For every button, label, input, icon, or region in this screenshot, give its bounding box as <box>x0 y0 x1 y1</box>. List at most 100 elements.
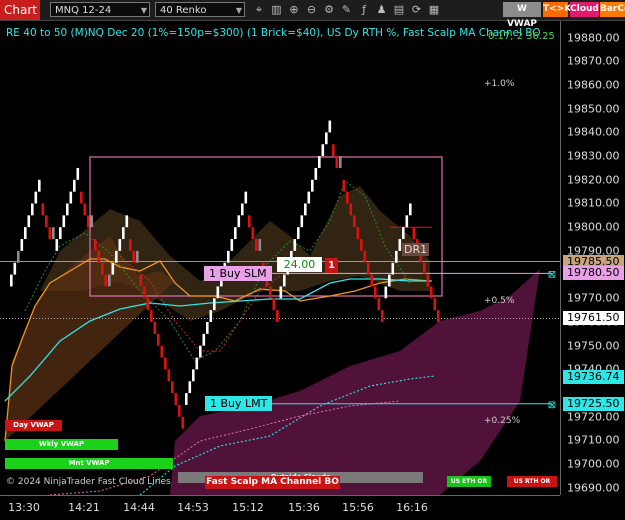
zoom-in-icon[interactable]: ⊕ <box>287 3 301 17</box>
position-box[interactable]: 24.00 1 <box>277 253 338 273</box>
instrument-selector[interactable]: MNQ 12-24 ▼ <box>50 2 150 17</box>
renko-brick <box>216 286 220 299</box>
renko-brick <box>125 215 129 228</box>
drawing-tools-icon[interactable]: ✎ <box>340 3 354 17</box>
chart-title-tab[interactable]: Chart <box>0 0 40 20</box>
toolbar-button-barco[interactable]: BarCo <box>600 2 625 17</box>
renko-brick <box>185 393 188 405</box>
renko-brick <box>237 215 241 228</box>
renko-brick <box>307 191 311 204</box>
renko-brick <box>122 227 125 240</box>
renko-brick <box>115 250 118 263</box>
zoom-out-icon[interactable]: ⊖ <box>305 3 319 17</box>
renko-brick <box>314 167 318 180</box>
sync-icon[interactable]: ⟳ <box>410 3 424 17</box>
renko-brick <box>45 215 48 228</box>
renko-brick <box>69 191 73 204</box>
price-axis[interactable]: 19880.00 19870.00 19860.00 19850.00 19840.00… <box>560 21 625 495</box>
templates-icon[interactable]: ▤ <box>392 3 406 17</box>
renko-brick <box>395 250 398 263</box>
renko-brick <box>255 239 258 251</box>
price-tick-label: 19840.00 <box>567 125 620 139</box>
renko-brick <box>136 250 139 263</box>
renko-brick <box>206 321 209 334</box>
renko-brick <box>374 286 377 299</box>
renko-brick <box>339 156 342 168</box>
renko-brick <box>199 345 202 358</box>
cursor-icon[interactable]: ⌖ <box>252 3 266 17</box>
renko-brick <box>258 239 262 251</box>
chart-header-text: RE 40 to 50 (M)NQ Dec 20 (1%=150p=$300) … <box>6 27 541 39</box>
renko-brick <box>202 333 206 346</box>
data-box-icon[interactable]: ▦ <box>427 3 441 17</box>
price-tick-label: 19820.00 <box>567 173 620 187</box>
renko-brick <box>363 250 367 263</box>
renko-brick <box>279 286 283 299</box>
renko-brick <box>328 120 332 133</box>
renko-brick <box>139 274 143 287</box>
renko-brick <box>342 179 346 192</box>
us-eth-or-box: US ETH OR <box>447 476 491 487</box>
toolbar-button-cloud[interactable]: Cloud <box>570 2 599 17</box>
renko-brick <box>160 345 164 358</box>
renko-brick <box>437 310 440 322</box>
renko-brick <box>230 239 234 251</box>
renko-brick <box>272 298 276 311</box>
renko-brick <box>17 250 20 263</box>
strategies-icon[interactable]: ♟ <box>375 3 389 17</box>
time-axis[interactable]: 13:30 14:21 14:44 14:53 15:12 15:36 15:56 16:16 <box>0 495 560 520</box>
price-tick-label: 19800.00 <box>567 220 620 234</box>
renko-brick <box>181 416 185 429</box>
renko-brick <box>52 227 55 240</box>
renko-brick <box>104 274 108 287</box>
properties-icon[interactable]: ⚙ <box>322 3 336 17</box>
time-tick-label: 13:30 <box>8 501 40 514</box>
price-marker-tag: 19736.74 <box>563 370 624 385</box>
renko-brick <box>311 179 314 192</box>
renko-brick <box>276 310 279 322</box>
chart-toolbar: Chart MNQ 12-24 ▼ 40 Renko ▼ ⌖ ▥ ⊕ ⊖ ⚙ ✎ ƒ ♟ ▤ ⟳ ▦… <box>0 0 625 29</box>
order-tag-buy-lmt[interactable]: 1 Buy LMT <box>205 396 273 412</box>
wkly-vwap-box: Wkly VWAP <box>5 439 118 450</box>
renko-brick <box>318 156 321 168</box>
price-tick-label: 19690.00 <box>567 481 620 495</box>
renko-brick <box>405 215 409 228</box>
toolbar-button-w-vwap[interactable]: W VWAP <box>503 2 541 29</box>
renko-brick <box>48 227 52 240</box>
renko-brick <box>129 239 132 251</box>
renko-brick <box>241 203 244 216</box>
percent-level-label: +0.5% <box>484 295 515 306</box>
renko-brick <box>178 404 181 417</box>
order-tag-buy-slm[interactable]: 1 Buy SLM <box>204 265 272 281</box>
renko-brick <box>213 298 216 311</box>
instrument-value: MNQ 12-24 <box>55 5 112 16</box>
renko-brick <box>83 203 87 216</box>
renko-brick <box>209 310 213 322</box>
renko-brick <box>349 203 353 216</box>
renko-brick <box>293 239 297 251</box>
time-tick-label: 15:12 <box>232 501 264 514</box>
renko-brick <box>174 393 178 405</box>
renko-brick <box>59 227 62 240</box>
renko-brick <box>398 239 402 251</box>
copyright-text: © 2024 NinjaTrader Fast Cloud Lines <box>6 477 171 487</box>
renko-brick <box>384 286 388 299</box>
renko-brick <box>412 227 416 240</box>
renko-brick <box>227 250 230 263</box>
price-tick-label: 19860.00 <box>567 78 620 92</box>
renko-brick <box>251 227 255 240</box>
renko-brick <box>80 191 83 204</box>
renko-brick <box>377 298 381 311</box>
renko-brick <box>234 227 237 240</box>
bar-type-selector[interactable]: 40 Renko ▼ <box>155 2 245 17</box>
toolbar-button-t-k[interactable]: T<>K <box>543 2 571 17</box>
indicators-icon[interactable]: ƒ <box>357 3 371 17</box>
renko-brick <box>31 203 34 216</box>
renko-brick <box>297 227 300 240</box>
bar-style-icon[interactable]: ▥ <box>270 3 284 17</box>
renko-brick <box>87 215 90 228</box>
renko-brick <box>304 203 307 216</box>
renko-brick <box>171 381 174 394</box>
position-pnl: 24.00 <box>277 257 322 272</box>
renko-brick <box>367 262 370 275</box>
